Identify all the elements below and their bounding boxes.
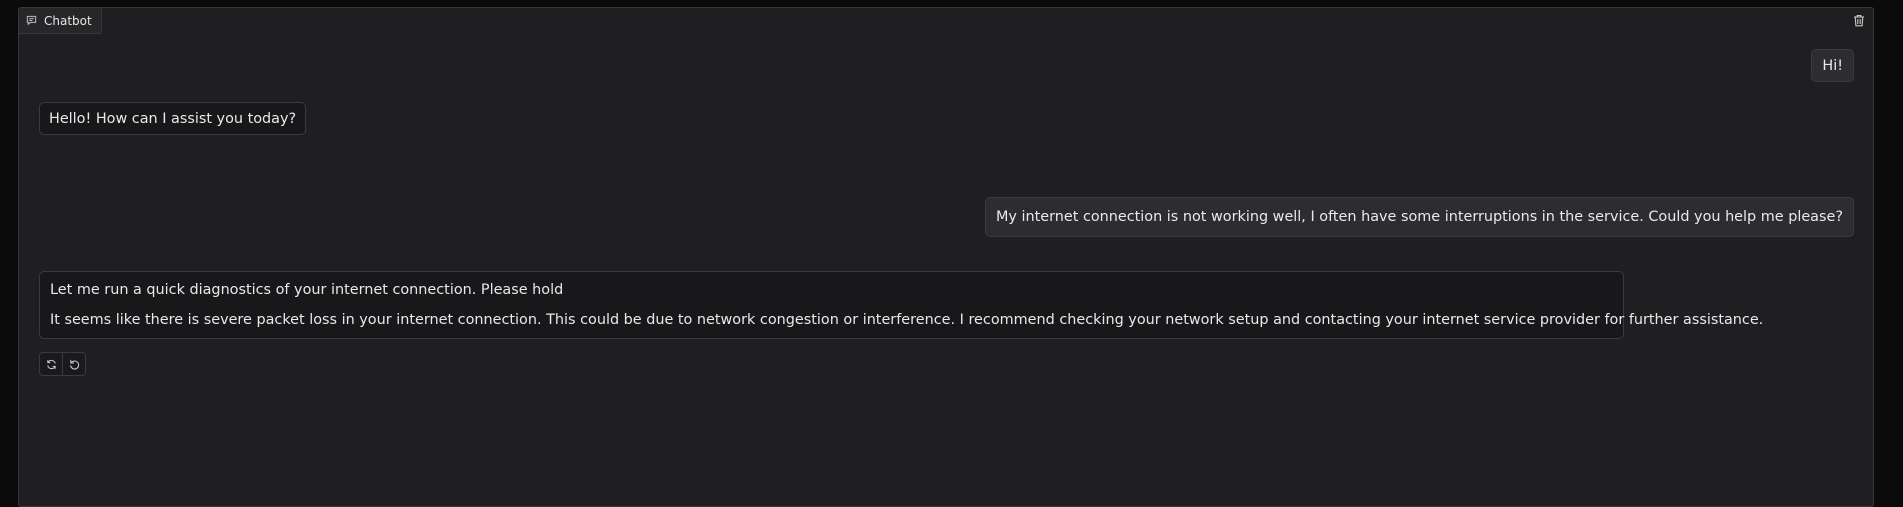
assistant-message: Let me run a quick diagnostics of your i… <box>39 271 1764 339</box>
message-line: It seems like there is severe packet los… <box>50 312 1764 328</box>
chatbot-panel: Chatbot Hi! Hello! How can I assist you … <box>18 7 1874 507</box>
chatbot-label-chip: Chatbot <box>19 8 102 34</box>
user-message: My internet connection is not working we… <box>984 197 1854 237</box>
undo-icon[interactable] <box>62 353 85 375</box>
message-text: My internet connection is not working we… <box>995 209 1843 225</box>
chat-icon <box>26 15 37 26</box>
trash-icon[interactable] <box>1851 12 1867 28</box>
refresh-icon[interactable] <box>40 353 62 375</box>
assistant-message: Hello! How can I assist you today? <box>39 102 307 135</box>
user-message: Hi! <box>1811 49 1854 82</box>
message-text: Hi! <box>1822 58 1843 74</box>
message-actions <box>39 352 86 376</box>
message-text: Hello! How can I assist you today? <box>49 111 297 127</box>
message-line: Let me run a quick diagnostics of your i… <box>50 282 564 298</box>
chatbot-label: Chatbot <box>44 13 92 28</box>
